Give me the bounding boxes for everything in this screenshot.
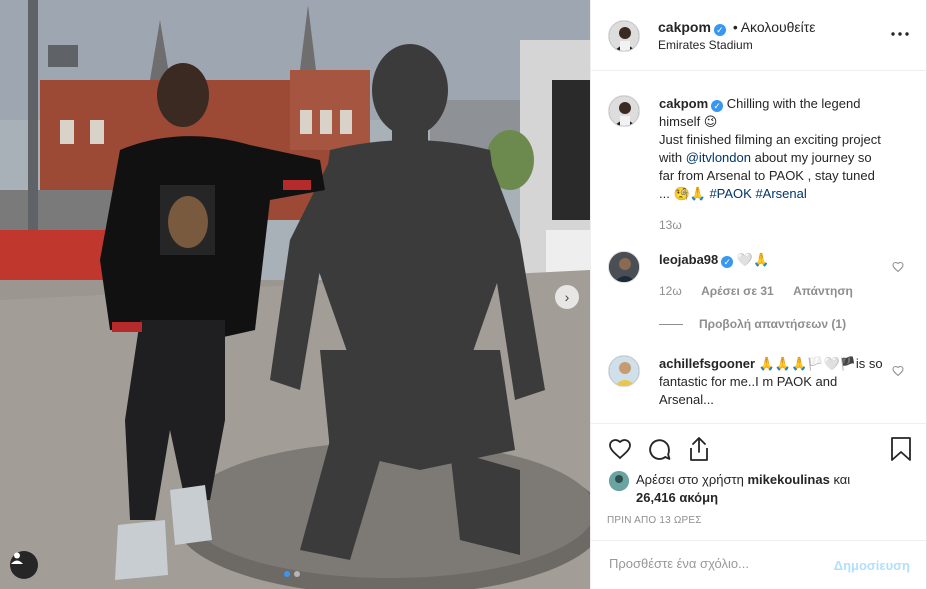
post-comment-button[interactable]: Δημοσίευση: [834, 558, 910, 573]
avatar[interactable]: [608, 355, 640, 387]
comment-text: achillefsgooner 🙏🙏🙏🏳️🤍🏴is so fantastic f…: [659, 355, 884, 409]
next-photo-button[interactable]: ›: [555, 285, 579, 309]
post-username[interactable]: cakpom: [658, 19, 711, 35]
comment-likes[interactable]: Αρέσει σε 31: [701, 284, 774, 298]
carousel-dot-active: [284, 571, 290, 577]
avatar-image: [609, 96, 639, 126]
likes-mid: και: [829, 472, 851, 487]
likes-summary: Αρέσει στο χρήστη mikekoulinas και 26,41…: [636, 471, 906, 507]
caption-text: cakpom ✓ Chilling with the legend himself…: [659, 95, 884, 203]
post-actions: Αρέσει στο χρήστη mikekoulinas και 26,41…: [591, 423, 926, 526]
photo-illustration: [0, 0, 590, 589]
comment-input[interactable]: [607, 555, 831, 572]
avatar-image: [609, 21, 639, 51]
post-timestamp[interactable]: ΠΡΙΝ ΑΠΟ 13 ΩΡΕΣ: [607, 515, 702, 526]
avatar-image: [609, 252, 639, 282]
likes-prefix: Αρέσει στο χρήστη: [636, 472, 748, 487]
hashtag-link-arsenal[interactable]: #Arsenal: [755, 186, 806, 201]
carousel-dot: [294, 571, 300, 577]
comment-text: leojaba98 ✓ 🤍🙏: [659, 251, 884, 269]
add-comment-bar: Δημοσίευση: [591, 540, 926, 589]
avatar-image: [609, 356, 639, 386]
share-icon[interactable]: [687, 436, 711, 462]
liker-username[interactable]: mikekoulinas: [747, 472, 829, 487]
location-link[interactable]: Emirates Stadium: [658, 38, 753, 52]
save-bookmark-icon[interactable]: [890, 436, 912, 462]
reply-button[interactable]: Απάντηση: [793, 284, 853, 298]
likes-count[interactable]: 26,416 ακόμη: [636, 490, 718, 505]
mention-link[interactable]: @itvlondon: [686, 150, 751, 165]
caption: cakpom ✓ Chilling with the legend himself…: [591, 95, 926, 235]
verified-badge-icon: ✓: [711, 100, 724, 112]
hashtag-link-paok[interactable]: #PAOK: [709, 186, 751, 201]
like-comment-heart-icon[interactable]: [892, 365, 904, 377]
avatar[interactable]: [608, 95, 640, 127]
avatar-image: [609, 471, 629, 491]
carousel-indicator: [284, 571, 300, 577]
more-horizontal-icon: [891, 32, 909, 36]
like-comment-heart-icon[interactable]: [892, 261, 904, 273]
verified-badge-icon: ✓: [713, 24, 726, 36]
view-replies-button[interactable]: Προβολή απαντήσεων (1): [659, 317, 846, 331]
tagged-users-button[interactable]: [10, 551, 38, 579]
chevron-right-icon: ›: [564, 289, 570, 305]
following-button[interactable]: Ακολουθείτε: [741, 19, 816, 35]
post-photo[interactable]: ›: [0, 0, 590, 589]
verified-badge-icon: ✓: [721, 256, 734, 268]
comment-bubble-icon[interactable]: [647, 437, 672, 462]
comment-item: leojaba98 ✓ 🤍🙏 12ω Αρέσει σε 31 Απάντηση …: [591, 251, 926, 341]
comment-time[interactable]: 12ω: [659, 284, 682, 298]
comment-username[interactable]: leojaba98: [659, 252, 718, 267]
user-icon: [11, 552, 23, 564]
avatar[interactable]: [608, 251, 640, 283]
comment-item: achillefsgooner 🙏🙏🙏🏳️🤍🏴is so fantastic f…: [591, 355, 926, 415]
caption-username[interactable]: cakpom: [659, 96, 708, 111]
follow-separator: •: [732, 19, 738, 35]
comment-body: 🤍🙏: [736, 252, 770, 267]
post-header: cakpom ✓ • Ακολουθείτε Emirates Stadium: [591, 0, 926, 71]
like-heart-icon[interactable]: [607, 437, 633, 461]
avatar[interactable]: [608, 20, 640, 52]
replies-divider: [659, 324, 683, 326]
post-details-panel: cakpom ✓ • Ακολουθείτε Emirates Stadium ca…: [590, 0, 927, 589]
caption-time[interactable]: 13ω: [659, 218, 682, 232]
liker-avatar[interactable]: [609, 471, 629, 491]
view-replies-label: Προβολή απαντήσεων (1): [699, 317, 847, 331]
comment-username[interactable]: achillefsgooner: [659, 356, 755, 371]
more-options-button[interactable]: [890, 24, 910, 44]
